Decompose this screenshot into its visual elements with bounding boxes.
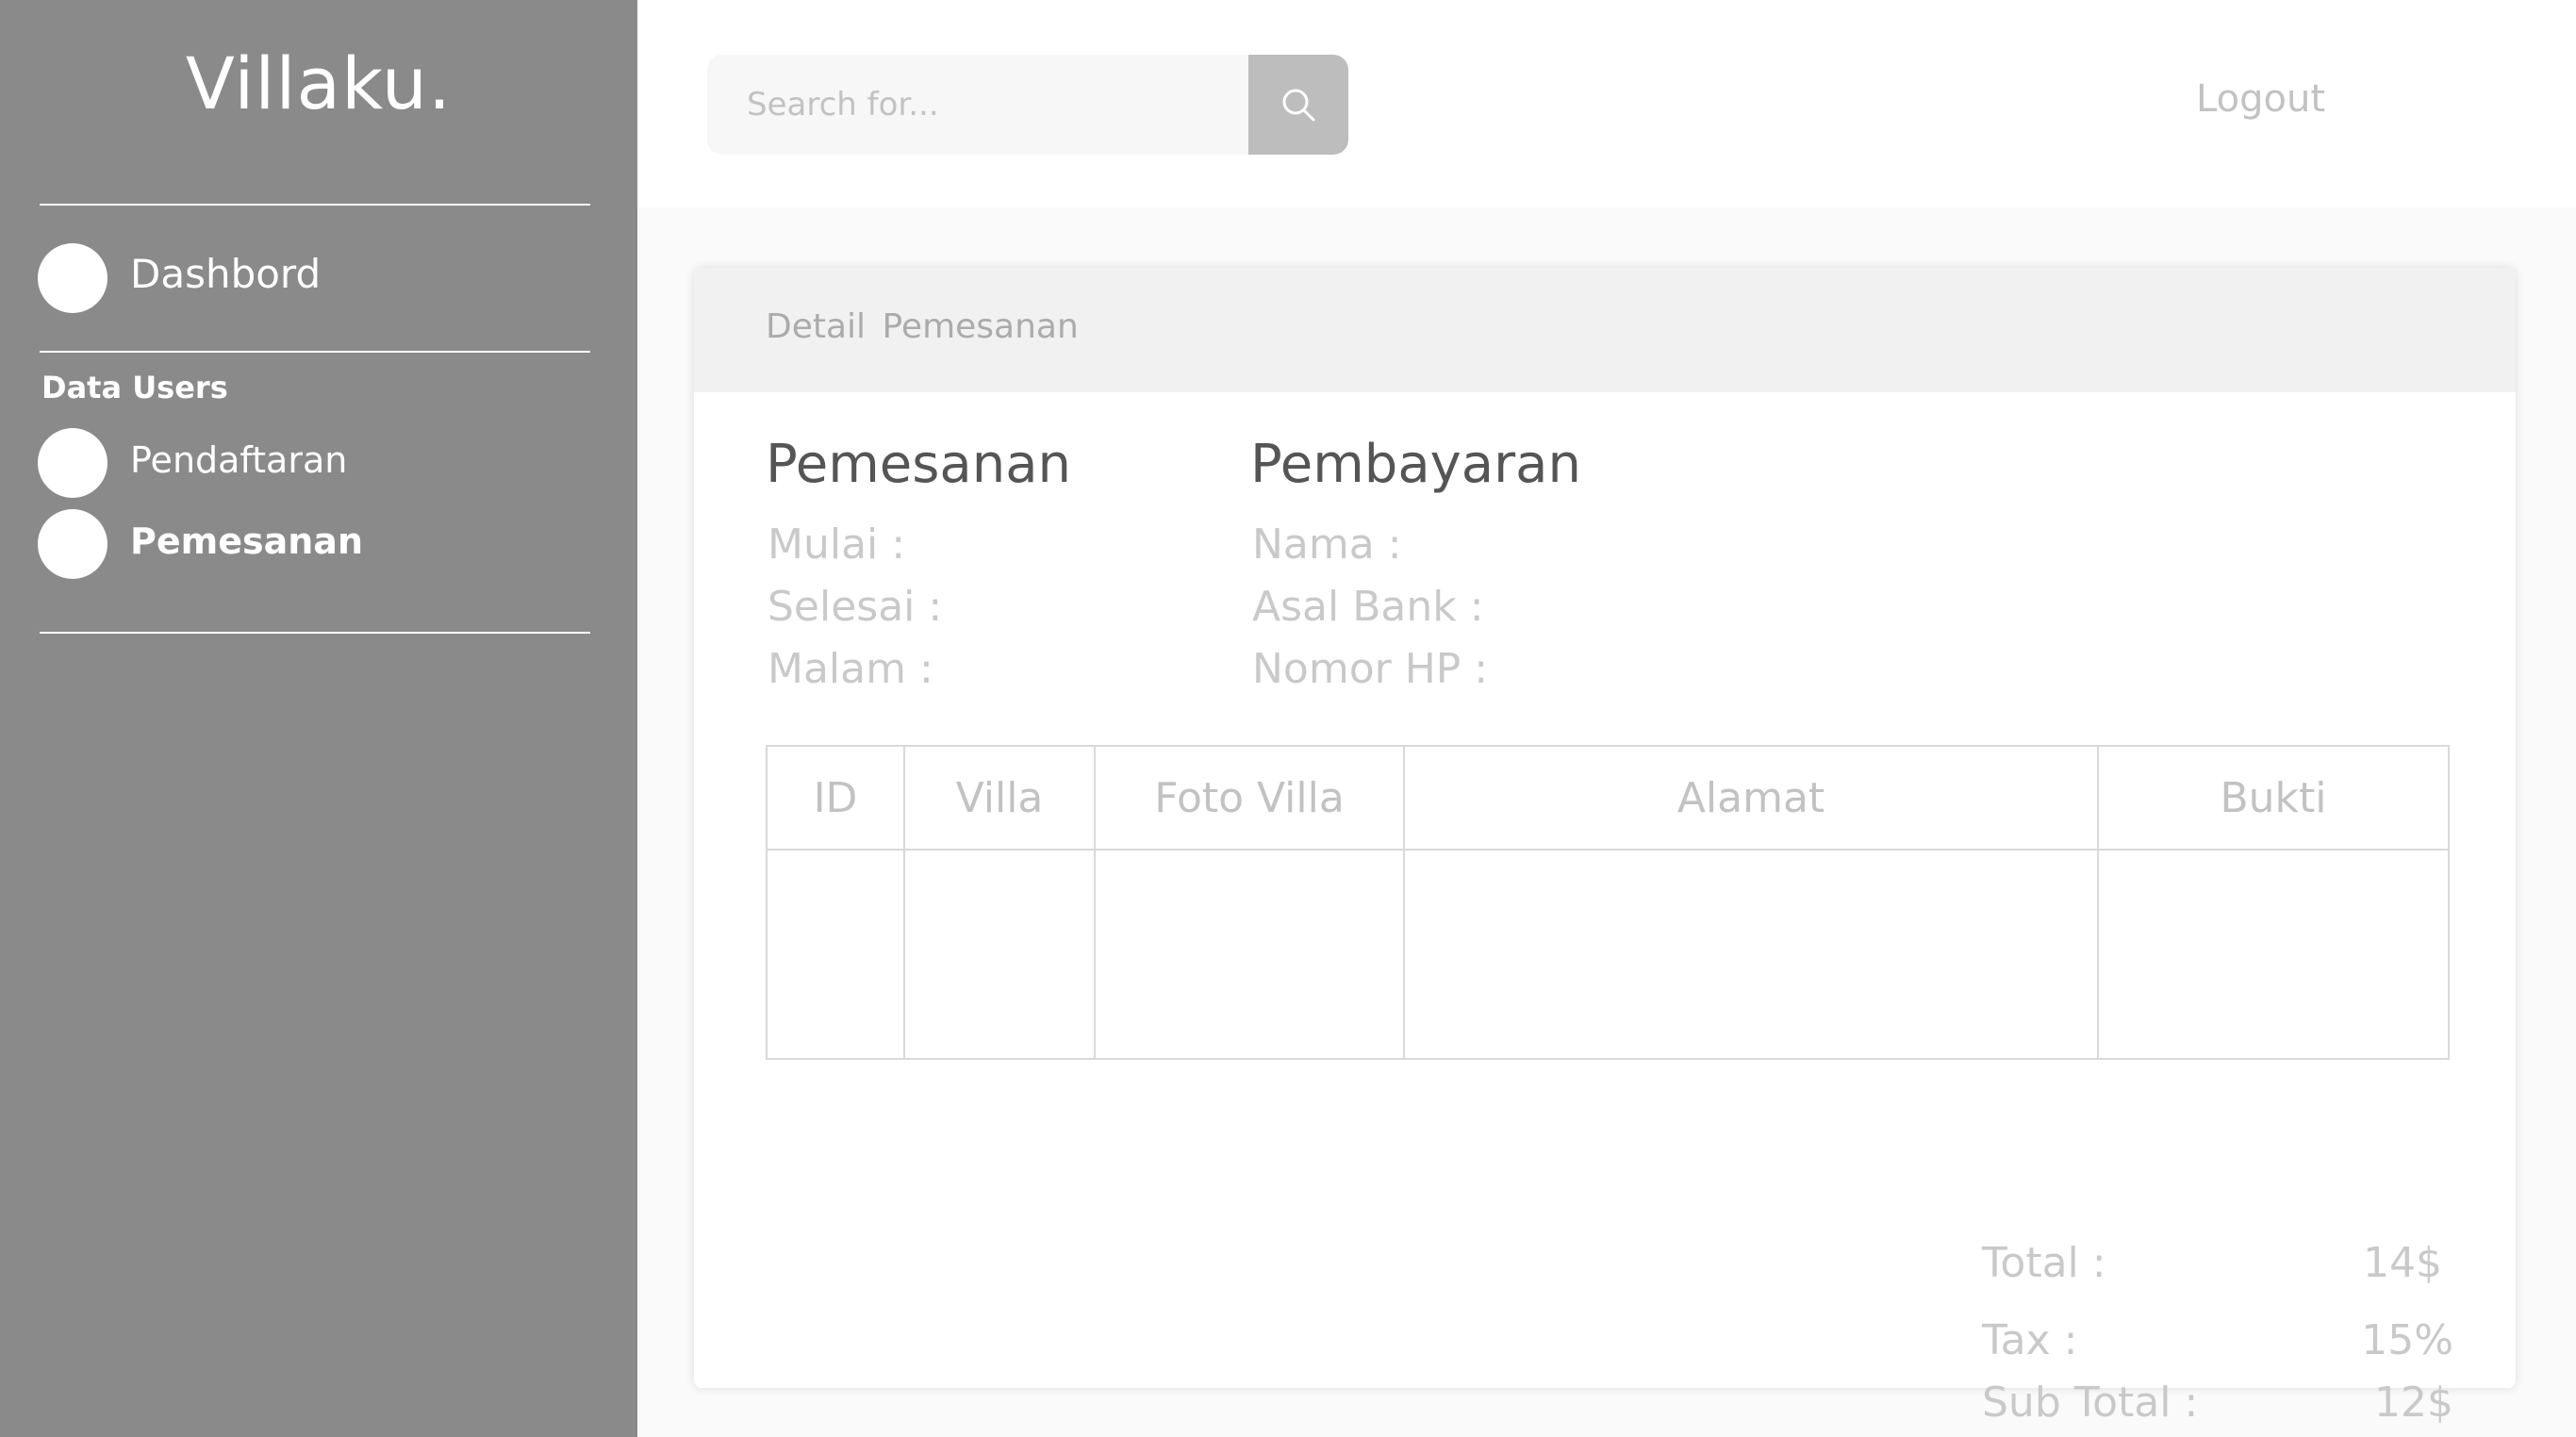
table-header-row: ID Villa Foto Villa Alamat Bukti bbox=[766, 745, 2450, 851]
subtotal-value: 12$ bbox=[2374, 1379, 2453, 1427]
sidebar-item-label: Dashbord bbox=[130, 251, 322, 297]
detail-pemesanan-card: Detail Pemesanan Pemesanan Mulai : Seles… bbox=[694, 268, 2516, 1427]
sidebar-item-label: Pendaftaran bbox=[130, 439, 348, 481]
brand-logo: Villaku. bbox=[185, 41, 453, 125]
total-value: 14$ bbox=[2363, 1239, 2442, 1287]
search-button[interactable] bbox=[1248, 55, 1348, 155]
field-nama: Nama : bbox=[1252, 520, 1402, 569]
field-nomor-hp: Nomor HP : bbox=[1252, 645, 1489, 693]
top-header: Logout bbox=[637, 0, 2576, 207]
subtotal-label: Sub Total : bbox=[1982, 1379, 2199, 1427]
pendaftaran-icon bbox=[38, 428, 107, 498]
field-malam: Malam : bbox=[768, 645, 933, 693]
column-header-id: ID bbox=[766, 745, 905, 851]
field-asal-bank: Asal Bank : bbox=[1252, 583, 1484, 631]
tax-label: Tax : bbox=[1982, 1316, 2078, 1364]
logout-link[interactable]: Logout bbox=[2196, 77, 2325, 121]
sidebar-item-label: Pemesanan bbox=[130, 520, 363, 562]
sidebar-divider bbox=[40, 632, 590, 634]
search-icon bbox=[1282, 89, 1315, 122]
sidebar: Villaku. Dashbord Data Users Pendaftaran… bbox=[0, 0, 637, 1437]
section-label-data-users: Data Users bbox=[41, 370, 228, 405]
sidebar-divider bbox=[40, 351, 590, 353]
pemesanan-table: ID Villa Foto Villa Alamat Bukti bbox=[766, 745, 2450, 1060]
column-header-foto-villa: Foto Villa bbox=[1094, 745, 1405, 851]
field-mulai: Mulai : bbox=[768, 520, 906, 569]
total-label: Total : bbox=[1982, 1239, 2106, 1287]
pemesanan-icon bbox=[38, 509, 107, 579]
dashbord-icon bbox=[38, 243, 107, 313]
sidebar-divider bbox=[40, 204, 590, 206]
column-header-bukti: Bukti bbox=[2097, 745, 2450, 851]
search-input[interactable] bbox=[707, 55, 1248, 155]
table-cell bbox=[2097, 849, 2450, 1060]
table-row bbox=[766, 849, 2450, 1060]
column-header-villa: Villa bbox=[903, 745, 1096, 851]
pembayaran-heading: Pembayaran bbox=[1250, 434, 1581, 495]
tax-value: 15% bbox=[2361, 1316, 2453, 1364]
column-header-alamat: Alamat bbox=[1403, 745, 2099, 851]
card-title: Detail Pemesanan bbox=[766, 307, 1079, 346]
table-cell bbox=[766, 849, 905, 1060]
table-cell bbox=[903, 849, 1096, 1060]
table-cell bbox=[1094, 849, 1405, 1060]
field-selesai: Selesai : bbox=[768, 583, 943, 631]
table-cell bbox=[1403, 849, 2099, 1060]
card-header: Detail Pemesanan bbox=[694, 268, 2516, 392]
pemesanan-heading: Pemesanan bbox=[766, 434, 1072, 495]
